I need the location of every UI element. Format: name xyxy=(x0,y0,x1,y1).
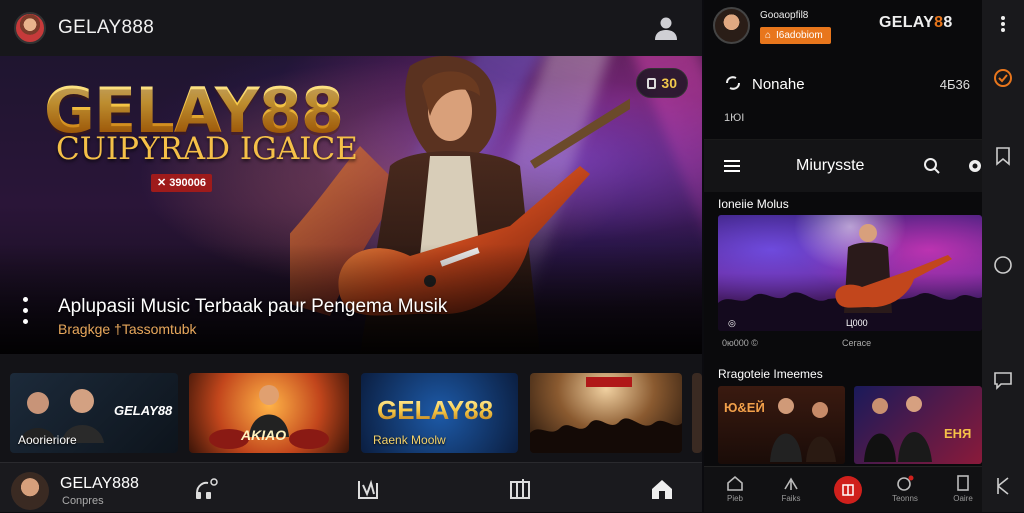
featured-video[interactable]: ◎ Ц000 xyxy=(718,215,982,331)
thumbnail-row: GELAY88 Aoorieriore AKIAO GELAY88 Raenk … xyxy=(0,354,702,462)
video-meta-left: 0ю000 © xyxy=(722,338,758,348)
thumbnail-logo: AKIAO xyxy=(241,427,287,443)
account-name: Nonahe xyxy=(752,76,805,93)
video-tag: Ц000 xyxy=(846,318,868,328)
section-title: Rragoteie Imeemes xyxy=(718,367,823,381)
hero-counter-value: 30 xyxy=(661,75,677,91)
profile-sub: Conpres xyxy=(62,495,104,507)
thumbnail-card[interactable] xyxy=(692,373,702,453)
record-glyph-icon xyxy=(842,484,854,496)
thumbnail-logo: GELAY88 xyxy=(377,395,494,425)
more-vertical-icon[interactable] xyxy=(993,14,1013,34)
headphones-icon[interactable] xyxy=(194,477,218,501)
tab-home[interactable]: Pieb xyxy=(712,467,758,513)
hero-banner[interactable]: GELAY88 CUIPYRAD IGAICE ✕ 390006 30 Aplu… xyxy=(0,56,702,354)
music-icon[interactable] xyxy=(356,477,380,501)
side-nav: Miurysste xyxy=(704,140,982,192)
playlist-logo: ЕНЯ xyxy=(944,426,972,441)
profile-avatar[interactable] xyxy=(11,472,49,510)
home-icon xyxy=(727,475,743,491)
section-title: Ioneiie Molus xyxy=(718,197,789,211)
home-icon[interactable] xyxy=(650,477,674,501)
more-options-icon[interactable] xyxy=(22,297,30,327)
profile-name: GELAY888 xyxy=(60,475,139,492)
thumbnail-card[interactable]: GELAY88 Aoorieriore xyxy=(10,373,178,453)
hero-badge: ✕ 390006 xyxy=(151,174,212,192)
account-count: 4Б36 xyxy=(939,77,970,92)
arrow-icon xyxy=(784,477,798,490)
thumbnail-label: Aoorieriore xyxy=(18,433,77,447)
menu-icon[interactable] xyxy=(724,160,740,172)
chat-icon[interactable] xyxy=(993,370,1013,390)
user-badge[interactable]: I6adobiom xyxy=(760,27,831,44)
app-avatar[interactable] xyxy=(14,12,46,44)
side-nav-title: Miurysste xyxy=(796,157,865,174)
app-brand: GELAY888 xyxy=(58,17,155,38)
search-icon[interactable] xyxy=(923,157,941,175)
artist-illustration xyxy=(770,398,836,462)
thumbnail-card[interactable] xyxy=(530,373,682,453)
bookmark-icon[interactable] xyxy=(993,146,1013,166)
thumbnail-tag xyxy=(586,377,632,387)
hero-counter-pill[interactable]: 30 xyxy=(636,68,688,98)
account-row[interactable]: Nonahe 4Б36 1ЮI xyxy=(704,66,982,140)
user-name: Gooaopfil8 xyxy=(760,10,809,21)
playlist-card[interactable]: Ю&ЕЙ xyxy=(718,386,845,464)
main-panel: GELAY888 GELAY88 CUIPYRAD IGAICE ✕ 39000… xyxy=(0,0,702,512)
side-brand: GELAY88 xyxy=(879,14,953,31)
tab-explore[interactable]: Faiks xyxy=(768,467,814,513)
tab-profile[interactable]: Oaire xyxy=(940,467,986,513)
hero-subtitle: CUIPYRAD IGAICE xyxy=(56,131,358,167)
thumbnail-card[interactable]: GELAY88 Raenk Moolw xyxy=(361,373,518,453)
account-sub: 1ЮI xyxy=(724,112,745,124)
video-play-icon[interactable]: ◎ xyxy=(728,318,736,329)
card-icon xyxy=(647,78,656,89)
side-header: Gooaopfil8 I6adobiom GELAY88 xyxy=(704,0,982,56)
bottom-bar: GELAY888 Conpres xyxy=(0,462,702,512)
hero-caption-sub: Bragkge †Tassomtubk xyxy=(58,321,197,337)
trend-icon xyxy=(897,475,914,491)
artist-illustration xyxy=(864,396,932,462)
crowd-illustration xyxy=(530,418,682,453)
thumbnail-label: Raenk Moolw xyxy=(373,433,446,447)
home-circle-icon[interactable] xyxy=(993,255,1013,275)
gear-icon[interactable] xyxy=(966,157,982,175)
user-icon[interactable] xyxy=(652,14,680,42)
side-tab-bar: Pieb Faiks Teonns Oaire xyxy=(704,466,982,512)
system-nav-bar xyxy=(982,0,1024,512)
concert-illustration xyxy=(718,224,982,331)
document-icon xyxy=(957,475,969,491)
thumbnail-logo: GELAY88 xyxy=(114,403,173,418)
refresh-icon xyxy=(726,76,740,90)
user-avatar[interactable] xyxy=(713,7,750,44)
back-icon[interactable] xyxy=(993,476,1013,496)
library-icon[interactable] xyxy=(508,477,532,501)
tab-record[interactable] xyxy=(825,467,871,513)
top-bar: GELAY888 xyxy=(0,0,702,56)
video-meta-right: Ceгаcе xyxy=(842,338,872,348)
tab-trends[interactable]: Teonns xyxy=(882,467,928,513)
side-panel: Gooaopfil8 I6adobiom GELAY88 Nonahe 4Б36… xyxy=(704,0,982,512)
playlist-card[interactable]: ЕНЯ xyxy=(854,386,982,464)
hero-caption: Aplupasii Music Terbaak paur Pengema Mus… xyxy=(58,296,448,317)
activity-icon[interactable] xyxy=(993,68,1013,88)
thumbnail-card[interactable]: AKIAO xyxy=(189,373,349,453)
